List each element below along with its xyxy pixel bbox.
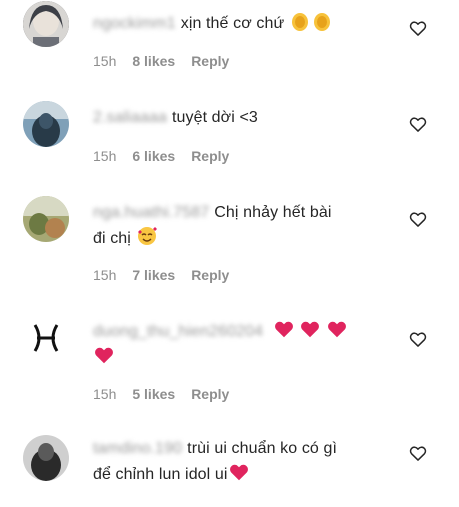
comment-likes[interactable]: 7 likes xyxy=(132,267,175,283)
comment-time: 15h xyxy=(93,53,117,69)
like-heart-icon[interactable] xyxy=(408,209,428,229)
comment-likes[interactable]: 5 likes xyxy=(132,386,175,402)
avatar[interactable] xyxy=(23,315,69,361)
like-heart-icon[interactable] xyxy=(408,443,428,463)
clapping-hands-icon xyxy=(291,13,308,31)
comment-username[interactable]: nga.huathi.7587 xyxy=(93,204,209,221)
avatar-image xyxy=(23,101,69,147)
comment-body: tuyệt dời <3 xyxy=(171,109,258,126)
avatar-image xyxy=(23,196,69,242)
comment-text: 2.saliaaaa tuyệt dời <3 xyxy=(93,105,393,130)
comment-meta: 15h 6 likes Reply xyxy=(93,148,245,164)
like-heart-icon[interactable] xyxy=(408,18,428,38)
comment-text: nga.huathi.7587 Chị nhảy hết bài đi chị xyxy=(93,200,393,251)
smiling-face-with-hearts-icon xyxy=(137,227,157,245)
comment-body: xịn thế cơ chứ xyxy=(180,15,285,32)
comment-meta: 15h 8 likes Reply xyxy=(93,53,245,69)
avatar-image xyxy=(23,315,69,361)
comment-meta: 15h 5 likes Reply xyxy=(93,386,245,402)
avatar-image xyxy=(23,1,69,47)
comment-likes[interactable]: 8 likes xyxy=(132,53,175,69)
reply-button[interactable]: Reply xyxy=(191,386,229,402)
comment-time: 15h xyxy=(93,386,117,402)
comment-username[interactable]: 2.saliaaaa xyxy=(93,109,167,126)
comment-text: ngockimm1 xịn thế cơ chứ xyxy=(93,10,393,36)
comment-body: trùi ui chuẩn ko có gì xyxy=(187,440,338,457)
like-heart-icon[interactable] xyxy=(408,329,428,349)
comment-meta: 15h 7 likes Reply xyxy=(93,267,245,283)
comment-text: duong_thu_hien260204 xyxy=(93,318,393,370)
comment-time: 15h xyxy=(93,267,117,283)
comment-username[interactable]: duong_thu_hien260204 xyxy=(93,323,263,340)
comment-body: Chị nhảy hết bài xyxy=(214,204,332,221)
red-heart-icon xyxy=(274,321,293,338)
avatar[interactable] xyxy=(23,435,69,481)
reply-button[interactable]: Reply xyxy=(191,267,229,283)
comment-username[interactable]: ngockimm1 xyxy=(93,15,176,32)
red-heart-icon xyxy=(301,321,320,338)
comment-body-line2: đi chị xyxy=(93,230,131,247)
red-heart-icon xyxy=(327,321,346,338)
like-heart-icon[interactable] xyxy=(408,114,428,134)
comment-time: 15h xyxy=(93,148,117,164)
reply-button[interactable]: Reply xyxy=(191,148,229,164)
comment-text: tamdino.190 trùi ui chuẩn ko có gì để chỉ… xyxy=(93,436,393,487)
red-heart-icon xyxy=(229,464,248,481)
avatar-image xyxy=(23,435,69,481)
red-heart-icon xyxy=(95,347,113,364)
comment-body-line2: để chỉnh lun idol ui xyxy=(93,466,228,483)
comment-likes[interactable]: 6 likes xyxy=(132,148,175,164)
avatar[interactable] xyxy=(23,101,69,147)
reply-button[interactable]: Reply xyxy=(191,53,229,69)
comment-username[interactable]: tamdino.190 xyxy=(93,440,182,457)
avatar[interactable] xyxy=(23,1,69,47)
clapping-hands-icon xyxy=(313,13,330,31)
avatar[interactable] xyxy=(23,196,69,242)
